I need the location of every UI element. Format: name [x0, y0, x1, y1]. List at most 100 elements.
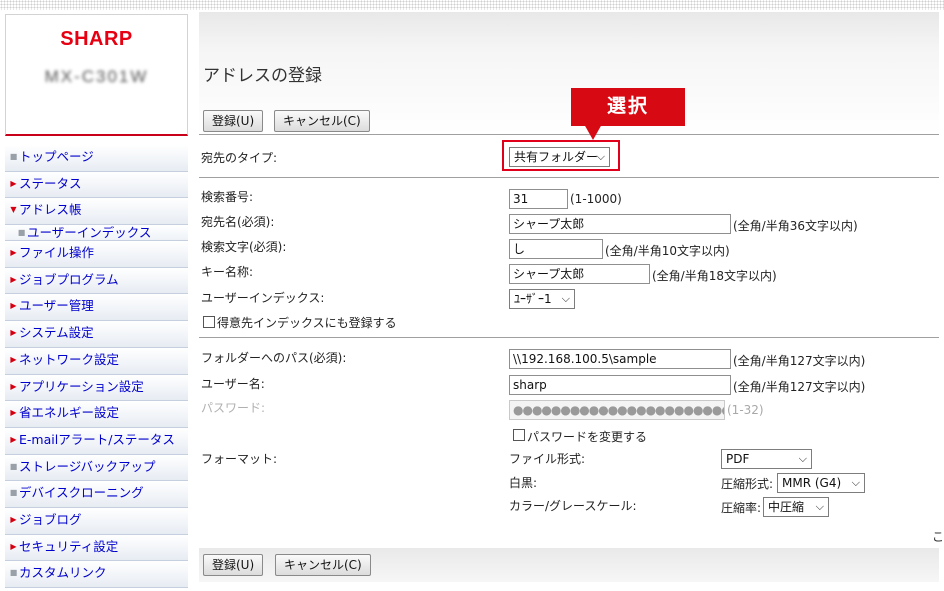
folder-path-label: フォルダーへのパス(必須): [201, 351, 347, 365]
sidebar-item-label: 省エネルギー設定 [19, 405, 120, 421]
cancel-button-bottom[interactable]: キャンセル(C) [275, 554, 371, 576]
search-char-label: 検索文字(必須): [201, 240, 287, 254]
user-name-hint: (全角/半角127文字以内) [733, 380, 866, 394]
user-index-select[interactable]: ﾕｰｻﾞｰ1 ⌵ [509, 289, 575, 309]
caret-right-icon: ▶ [10, 541, 17, 551]
dest-name-input[interactable]: シャープ太郎 [509, 214, 731, 234]
chevron-down-icon: ⌵ [561, 292, 570, 305]
sidebar-item[interactable]: ■ デバイスクローニング [5, 481, 188, 508]
caret-right-icon: ▶ [10, 248, 17, 258]
dest-name-hint: (全角/半角36文字以内) [733, 219, 858, 233]
model-name: MX-C301W [44, 67, 149, 86]
sidebar-item[interactable]: ■ カスタムリンク [5, 561, 188, 588]
page-title: アドレスの登録 [203, 66, 322, 86]
sidebar-item[interactable]: ▶ ジョブプログラム [5, 267, 188, 295]
divider [199, 337, 939, 338]
change-password-label: パスワードを変更する [527, 430, 648, 444]
sidebar-item-label: アプリケーション設定 [19, 378, 144, 394]
sidebar-item-label: トップページ [19, 149, 94, 164]
sidebar-item[interactable]: ▶ E-mailアラート/ステータス [5, 427, 188, 455]
user-index-value: ﾕｰｻﾞｰ1 [514, 292, 552, 306]
chevron-down-icon: ⌵ [798, 452, 807, 465]
caret-down-icon: ▼ [10, 205, 17, 215]
caret-right-icon: ▶ [10, 408, 17, 418]
folder-path-input[interactable]: \\192.168.100.5\sample [509, 349, 731, 369]
sidebar-item[interactable]: ▶ セキュリティ設定 [5, 534, 188, 562]
file-format-value: PDF [726, 452, 750, 466]
ratio-select[interactable]: 中圧縮 ⌵ [763, 497, 829, 517]
compression-label: 圧縮形式: [721, 477, 774, 491]
divider [199, 134, 939, 135]
password-label: パスワード: [201, 401, 266, 415]
key-name-label: キー名称: [201, 265, 254, 279]
square-bullet-icon: ■ [17, 228, 26, 238]
logo-panel: SHARP MX-C301W [5, 14, 188, 136]
sidebar-item-label: システム設定 [19, 325, 94, 341]
favorite-index-checkbox[interactable] [203, 316, 215, 328]
select-callout: 選択 [571, 88, 685, 126]
sidebar-item[interactable]: ▶ アプリケーション設定 [5, 374, 188, 402]
compression-value: MMR (G4) [782, 476, 842, 490]
sidebar-item-label: ステータス [19, 175, 82, 191]
search-no-label: 検索番号: [201, 190, 254, 204]
sidebar-item-label: ジョブログ [19, 511, 82, 527]
ratio-label: 圧縮率: [721, 501, 762, 515]
password-input[interactable]: ●●●●●●●●●●●●●●●●●●●●●●●●●●●●● [509, 400, 725, 420]
password-hint: (1-32) [727, 403, 764, 417]
sidebar-item-label: ストレージバックアップ [19, 458, 156, 474]
user-name-label: ユーザー名: [201, 377, 265, 391]
chevron-down-icon: ⌵ [815, 500, 824, 513]
sidebar-item[interactable]: ▶ 省エネルギー設定 [5, 401, 188, 428]
sidebar-item-label: ネットワーク設定 [19, 351, 120, 367]
dest-type-label: 宛先のタイプ: [201, 151, 278, 165]
top-dotted-strip [0, 0, 944, 10]
sidebar-item[interactable]: ▶ システム設定 [5, 321, 188, 348]
sidebar-item[interactable]: ▶ ステータス [5, 171, 188, 199]
sidebar-item[interactable]: ▶ ファイル操作 [5, 241, 188, 268]
search-no-hint: (1-1000) [570, 192, 622, 206]
caret-right-icon: ▶ [10, 381, 17, 391]
sidebar-item[interactable]: ▼ アドレス帳 [5, 198, 188, 226]
sidebar-item-label: カスタムリンク [19, 565, 107, 581]
sidebar-item[interactable]: ■ ユーザーインデックス [5, 225, 188, 242]
search-char-input[interactable]: し [509, 239, 603, 259]
callout-tail [584, 124, 602, 140]
sidebar-item-label: セキュリティ設定 [19, 538, 119, 554]
search-no-input[interactable]: 31 [509, 189, 568, 209]
file-format-select[interactable]: PDF ⌵ [721, 449, 812, 469]
folder-path-hint: (全角/半角127文字以内) [733, 354, 866, 368]
sidebar-item-label: ジョブプログラム [19, 271, 119, 287]
sidebar-item-label: ファイル操作 [19, 245, 95, 261]
caret-right-icon: ▶ [10, 328, 17, 338]
sidebar-item-label: ユーザー管理 [19, 298, 94, 314]
caret-right-icon: ▶ [10, 178, 17, 188]
register-button-bottom[interactable]: 登録(U) [203, 554, 264, 576]
sidebar-item[interactable]: ▶ ネットワーク設定 [5, 347, 188, 375]
user-name-input[interactable]: sharp [509, 375, 731, 395]
square-bullet-icon: ■ [9, 461, 18, 471]
sidebar-item[interactable]: ▶ ユーザー管理 [5, 294, 188, 322]
format-label: フォーマット: [201, 452, 278, 466]
user-index-label: ユーザーインデックス: [201, 291, 325, 305]
register-button[interactable]: 登録(U) [203, 110, 264, 132]
highlight-box [502, 140, 620, 171]
change-password-checkbox[interactable] [513, 429, 525, 441]
file-format-label: ファイル形式: [509, 452, 586, 466]
ratio-value: 中圧縮 [768, 500, 805, 514]
sidebar-item-label: ユーザーインデックス [27, 225, 152, 241]
compression-select[interactable]: MMR (G4) ⌵ [777, 473, 865, 493]
color-label: カラー/グレースケール: [509, 499, 637, 513]
key-name-hint: (全角/半角18文字以内) [652, 269, 777, 283]
caret-right-icon: ▶ [10, 354, 17, 364]
cancel-button[interactable]: キャンセル(C) [274, 110, 370, 132]
sidebar-item[interactable]: ■ トップページ [5, 145, 188, 172]
sidebar-item[interactable]: ■ ストレージバックアップ [5, 454, 188, 482]
sidebar-item[interactable]: ▶ ジョブログ [5, 507, 188, 535]
sidebar-item-label: E-mailアラート/ステータス [19, 431, 175, 447]
divider [199, 177, 939, 178]
favorite-index-label: 得意先インデックスにも登録する [217, 316, 397, 330]
caret-right-icon: ▶ [10, 301, 17, 311]
key-name-input[interactable]: シャープ太郎 [509, 264, 650, 284]
square-bullet-icon: ■ [9, 152, 18, 161]
brand-logo: SHARP [60, 28, 133, 50]
